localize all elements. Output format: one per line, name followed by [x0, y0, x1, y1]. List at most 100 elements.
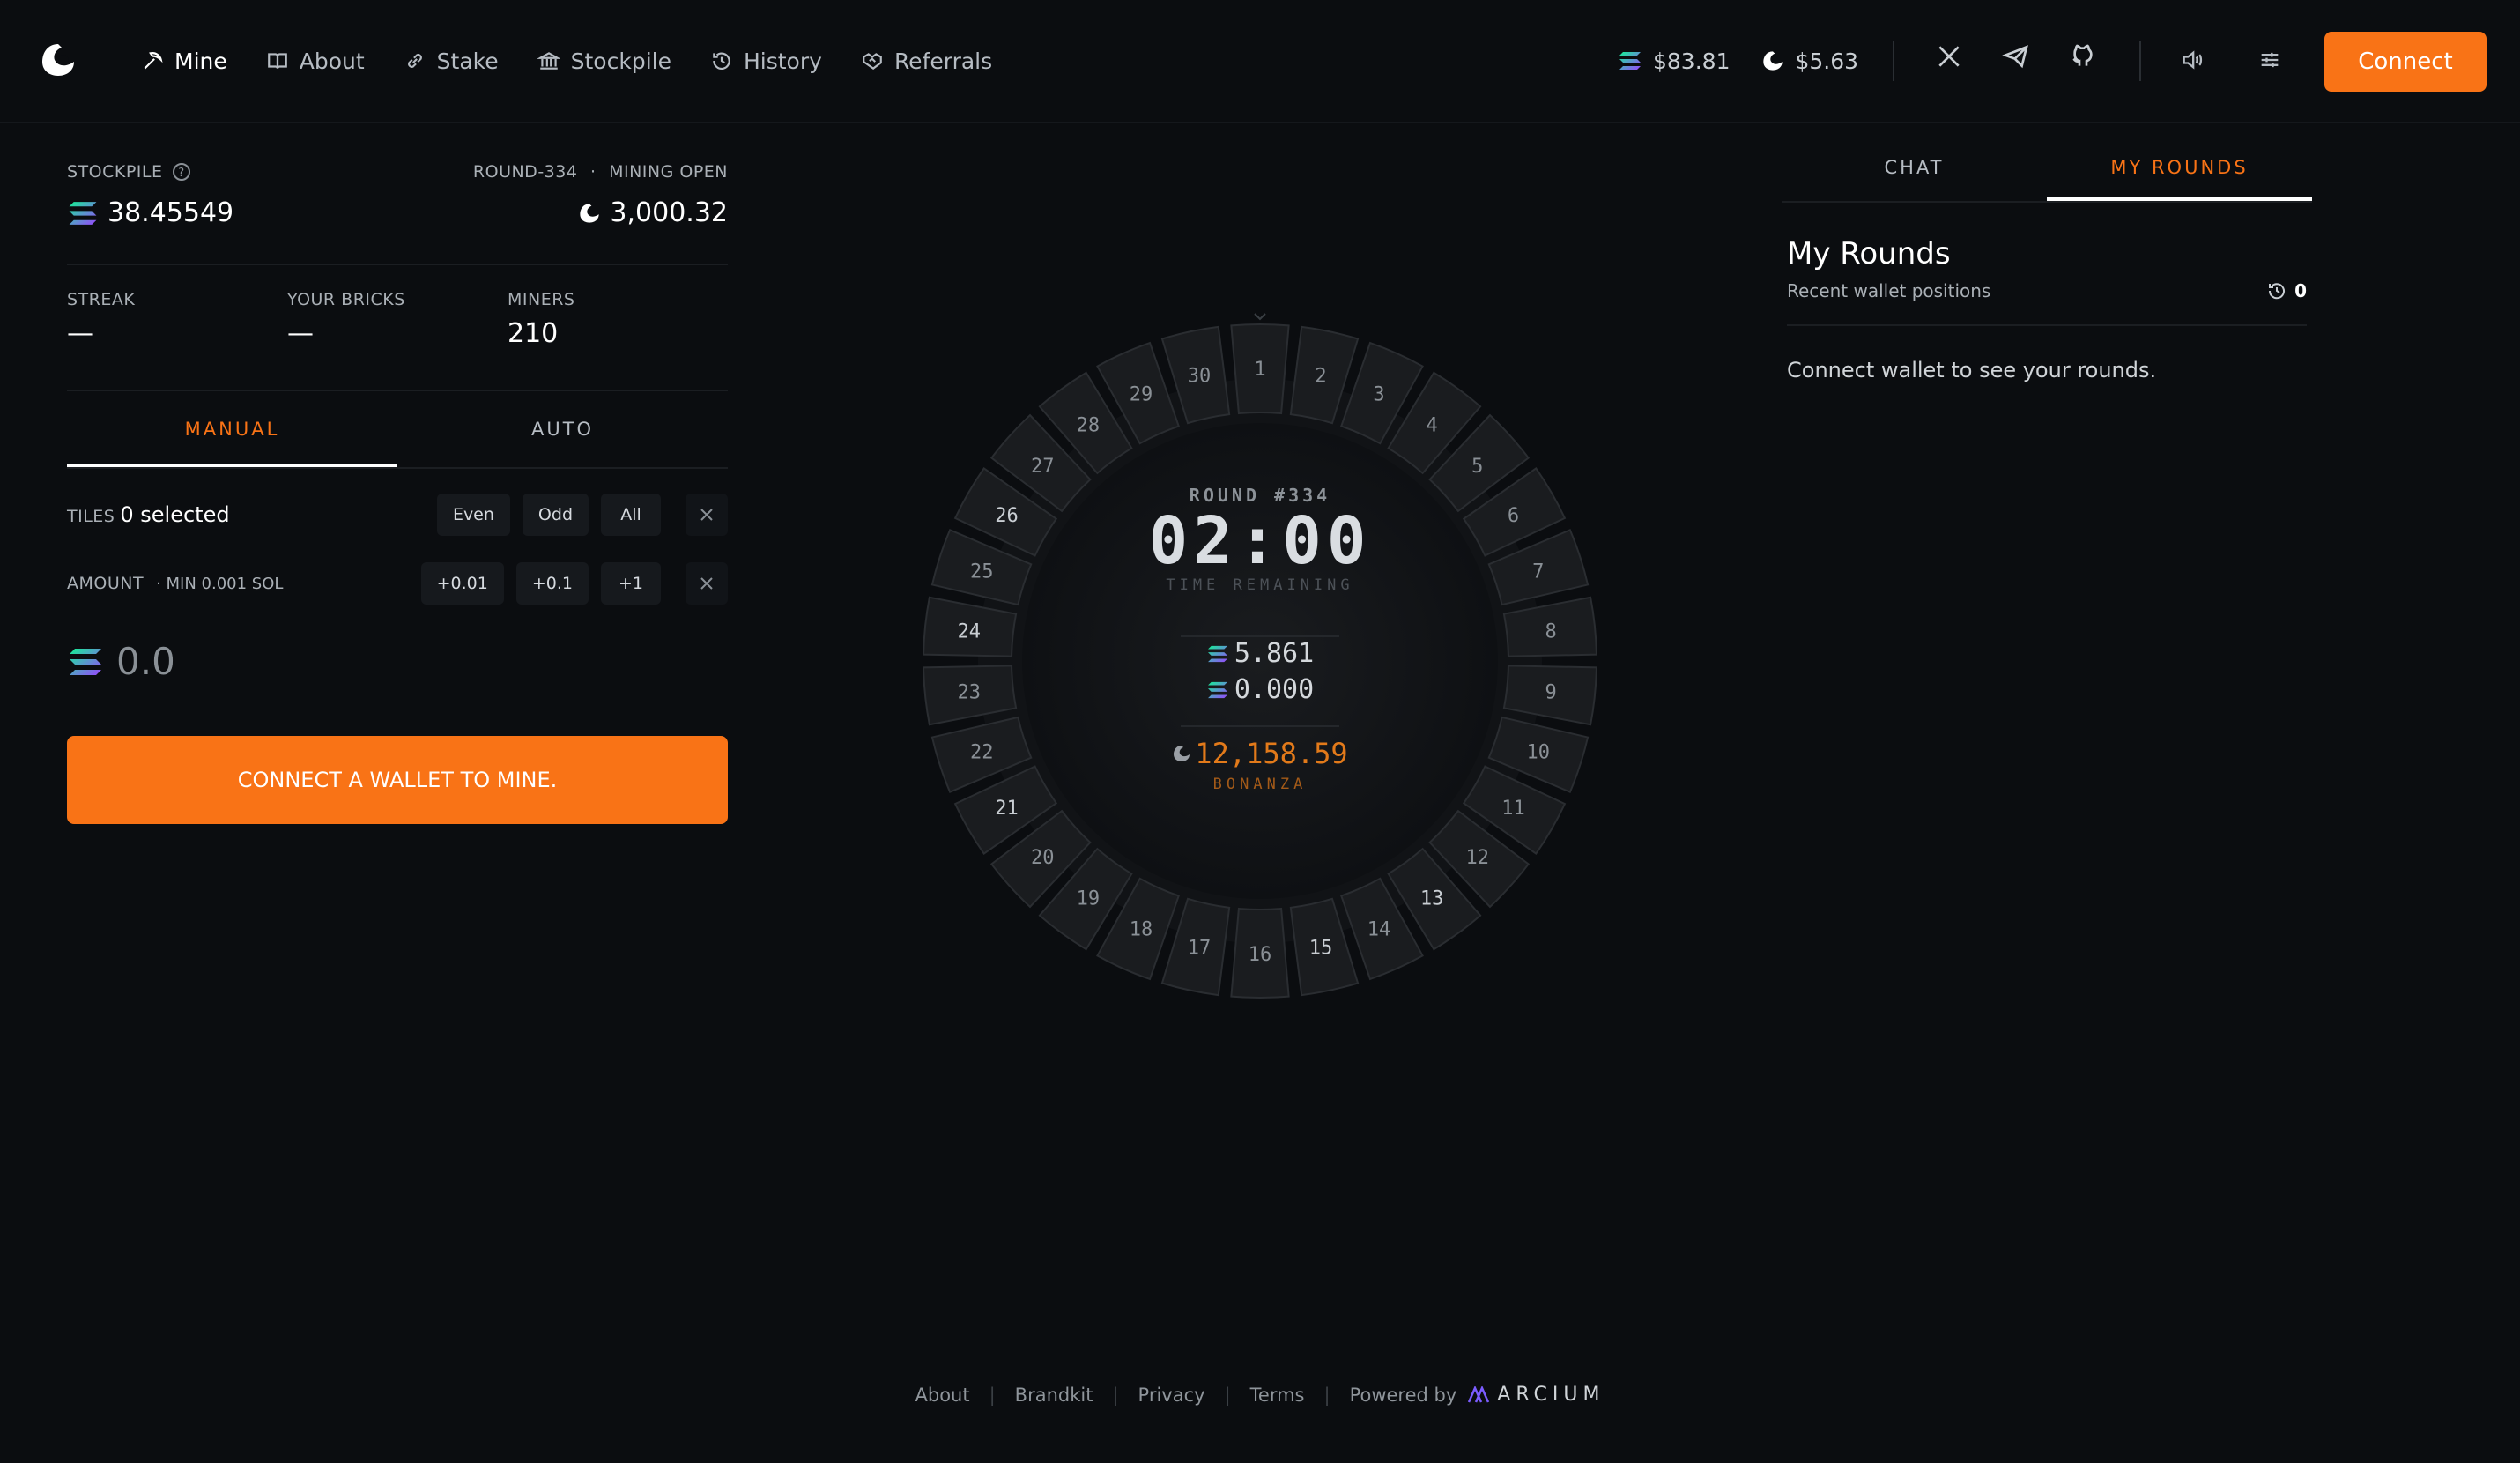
right-tabs: CHAT MY ROUNDS	[1782, 141, 2312, 203]
sol-total-value: 5.861	[1234, 638, 1315, 669]
separator: |	[989, 1384, 996, 1406]
arcium-brand[interactable]: ARCIUM	[1467, 1384, 1605, 1406]
stats-row: STREAK — YOUR BRICKS — MINERS 210	[67, 290, 728, 349]
wheel-tile-label: 2	[1315, 365, 1326, 387]
tiles-info: TILES 0 selected	[67, 502, 230, 527]
token-price-value: $5.63	[1795, 48, 1859, 74]
add-001-button[interactable]: +0.01	[420, 562, 504, 605]
nav-about[interactable]: About	[266, 41, 365, 81]
mining-status: MINING OPEN	[609, 162, 728, 182]
arcium-logo-icon	[1468, 1385, 1490, 1403]
nav-stockpile-label: Stockpile	[570, 48, 671, 74]
settings-sliders-icon[interactable]	[2257, 48, 2282, 72]
wheel-tile-label: 15	[1309, 938, 1333, 960]
bonanza-value: 12,158.59	[1195, 737, 1348, 770]
wheel-tile-label: 5	[1471, 456, 1483, 478]
separator: |	[1112, 1384, 1119, 1406]
footer-terms-link[interactable]: Terms	[1250, 1385, 1305, 1406]
clear-amount-button[interactable]	[686, 562, 728, 605]
wheel-tile-label: 13	[1420, 888, 1444, 910]
miners-value: 210	[508, 318, 559, 349]
round-center-info: ROUND #334 02:00 TIME REMAINING 5.861 0.…	[1112, 485, 1408, 793]
nav-history[interactable]: History	[710, 41, 822, 81]
wheel-tile-label: 22	[970, 742, 994, 764]
stockpile-label-row: STOCKPILE ?	[67, 162, 191, 182]
divider	[2139, 41, 2141, 81]
miners-label: MINERS	[508, 290, 575, 309]
github-icon[interactable]	[2069, 42, 2097, 71]
sol-total-row: 5.861	[1112, 638, 1408, 669]
wheel-tile-label: 18	[1130, 918, 1153, 940]
wheel-tile-label: 30	[1188, 365, 1212, 387]
sol-yours-value: 0.000	[1234, 674, 1315, 705]
tiles-controls: Even Odd All	[436, 494, 728, 536]
wheel-tile-label: 21	[995, 798, 1019, 820]
nav-referrals[interactable]: Referrals	[861, 41, 992, 81]
tab-chat[interactable]: CHAT	[1782, 141, 2047, 201]
help-icon[interactable]: ?	[172, 162, 191, 182]
all-button[interactable]: All	[601, 494, 661, 536]
tab-my-rounds[interactable]: MY ROUNDS	[2047, 141, 2312, 201]
panel-title: My Rounds	[1787, 236, 1951, 271]
round-label: ROUND-334	[472, 162, 578, 182]
wheel-tile-label: 28	[1077, 414, 1101, 436]
close-icon	[700, 509, 713, 521]
wheel-tile-label: 26	[995, 505, 1019, 527]
svg-text:?: ?	[178, 167, 184, 180]
bricks-value: —	[287, 318, 314, 349]
footer-about-link[interactable]: About	[915, 1385, 970, 1406]
divider	[67, 264, 728, 265]
solana-icon	[1207, 681, 1227, 698]
powered-by-label: Powered by	[1349, 1384, 1457, 1406]
solana-icon	[1207, 645, 1227, 662]
empty-state: Connect wallet to see your rounds.	[1787, 358, 2157, 382]
sol-price-value: $83.81	[1653, 48, 1731, 74]
divider	[1893, 41, 1894, 81]
token-price: $5.63	[1761, 48, 1858, 74]
vault-icon	[537, 52, 560, 70]
panel-subtitle-row: Recent wallet positions 0	[1787, 280, 2307, 326]
separator: |	[1224, 1384, 1231, 1406]
top-bar: Mine About Stake Stockpile History Refer…	[0, 0, 2520, 123]
amount-row: AMOUNT · MIN 0.001 SOL +0.01 +0.1 +1	[67, 562, 728, 605]
sol-yours-row: 0.000	[1112, 674, 1408, 705]
nav-stockpile[interactable]: Stockpile	[537, 41, 671, 81]
x-twitter-icon[interactable]	[1935, 42, 1963, 71]
sound-icon[interactable]	[2180, 48, 2205, 72]
panel-subtitle: Recent wallet positions	[1787, 280, 1991, 301]
footer-brandkit-link[interactable]: Brandkit	[1015, 1385, 1093, 1406]
amount-controls: +0.01 +0.1 +1	[420, 562, 728, 605]
amount-input[interactable]: 0.0	[67, 640, 728, 683]
history-icon	[2269, 283, 2286, 300]
footer-privacy-link[interactable]: Privacy	[1138, 1385, 1205, 1406]
wheel-tile-label: 6	[1508, 505, 1519, 527]
chevron-down-icon[interactable]	[1254, 313, 1266, 321]
wheel-tile-label: 20	[1031, 847, 1055, 869]
even-button[interactable]: Even	[436, 494, 510, 536]
miners-stat: MINERS 210	[508, 290, 728, 349]
wheel-tile-label: 24	[958, 620, 982, 642]
tab-manual[interactable]: MANUAL	[67, 391, 397, 467]
tab-auto[interactable]: AUTO	[397, 391, 728, 467]
add-1-button[interactable]: +1	[601, 562, 661, 605]
solana-icon	[1619, 52, 1641, 70]
connect-button[interactable]: Connect	[2324, 32, 2487, 92]
add-01-button[interactable]: +0.1	[515, 562, 589, 605]
clear-tiles-button[interactable]	[686, 494, 728, 536]
stockpile-token: 3,000.32	[578, 197, 728, 228]
wheel-tile-label: 14	[1367, 918, 1391, 940]
connect-wallet-mine-button[interactable]: CONNECT A WALLET TO MINE.	[67, 736, 728, 824]
nav-mine[interactable]: Mine	[141, 41, 227, 81]
mode-tabs: MANUAL AUTO	[67, 391, 728, 469]
close-icon	[700, 577, 713, 590]
solana-icon	[69, 201, 97, 225]
nav-stake[interactable]: Stake	[404, 41, 499, 81]
logo-icon[interactable]	[39, 41, 78, 79]
wheel-tile-label: 25	[970, 561, 994, 583]
odd-button[interactable]: Odd	[522, 494, 589, 536]
wheel-tile-label: 23	[958, 682, 982, 704]
telegram-icon[interactable]	[2002, 42, 2030, 71]
wheel-tile-label: 27	[1031, 456, 1055, 478]
bricks-label: YOUR BRICKS	[287, 290, 405, 309]
time-remaining-label: TIME REMAINING	[1166, 576, 1354, 594]
